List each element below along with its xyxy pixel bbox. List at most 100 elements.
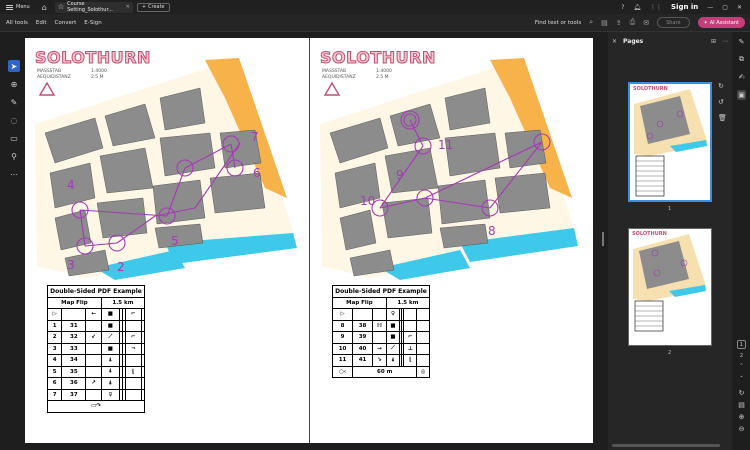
map-title: SOLOTHURN — [35, 48, 151, 68]
table-row: 4 34 ⍋ — [46, 354, 146, 367]
card-title: Double-Sided PDF Example — [47, 285, 145, 298]
control-order: 4 — [46, 354, 63, 367]
lasso-icon[interactable]: ◌ — [8, 114, 20, 126]
zoom-icon[interactable]: ⊕ — [8, 78, 20, 90]
menu-label: Menu — [16, 4, 30, 10]
page-thumbnail-1[interactable]: SOLOTHURN — [628, 82, 712, 202]
menu-edit[interactable]: Edit — [36, 20, 47, 26]
control-order: 9 — [331, 331, 354, 344]
menu-convert[interactable]: Convert — [55, 20, 77, 26]
control-order: 7 — [46, 388, 63, 401]
insert-page-icon[interactable]: ⊞ — [711, 38, 716, 45]
sparkle-icon: ✦ — [703, 19, 708, 26]
table-row: 7 37 ♀ — [46, 388, 146, 401]
ai-assistant-button[interactable]: ✦ AI Assistant — [697, 17, 745, 28]
scale-labels: MASSSTAB AEQUIDISTANZ — [322, 69, 356, 80]
maximize-icon[interactable]: ▢ — [722, 4, 728, 11]
control-order: 11 — [331, 354, 354, 367]
save-icon[interactable]: ▤ — [601, 19, 608, 27]
menu-e-sign[interactable]: E-Sign — [84, 20, 101, 26]
control-code: 33 — [61, 342, 87, 355]
control-description-card: Double-Sided PDF Example Map Flip 1.5 km… — [46, 285, 146, 413]
thumbnail-page-number-2: 2 — [668, 350, 672, 356]
close-tab-icon[interactable]: ✕ — [126, 4, 130, 10]
card-length: 1.5 km — [100, 296, 146, 309]
rotate-counterclockwise-icon[interactable]: ↺ — [718, 98, 727, 106]
delete-page-icon[interactable]: 🗑︎ — [718, 114, 727, 122]
scale-value: 1:4000 — [376, 69, 392, 74]
print-icon[interactable]: ⎙ — [630, 18, 636, 27]
help-icon[interactable]: ? — [621, 4, 624, 11]
close-window-icon[interactable]: ✕ — [737, 4, 742, 11]
card-length: 1.5 km — [385, 296, 431, 309]
document-view[interactable]: SOLOTHURN MASSSTAB AEQUIDISTANZ 1:4000 2… — [25, 38, 593, 443]
star-icon[interactable]: ☆ — [58, 3, 64, 11]
panel-resize-handle[interactable] — [602, 232, 604, 246]
top-menu: All tools Edit Convert E-Sign — [6, 20, 102, 26]
card-title: Double-Sided PDF Example — [332, 285, 430, 298]
menu-button[interactable]: Menu — [6, 4, 30, 10]
menu-all-tools[interactable]: All tools — [6, 20, 28, 26]
zoom-in-icon[interactable]: ⊕ — [739, 413, 745, 421]
pen-icon[interactable]: ✎ — [8, 96, 20, 108]
control-code: 35 — [61, 365, 87, 378]
ai-assistant-label: AI Assistant — [709, 19, 739, 26]
edit-pdf-icon[interactable]: ⧉ — [739, 55, 744, 64]
control-code: 37 — [61, 388, 87, 401]
minimize-icon[interactable]: — — [707, 4, 713, 11]
upload-icon[interactable]: ⇪ — [616, 19, 622, 27]
create-button[interactable]: + Create — [136, 2, 170, 12]
pages-panel-title: Pages — [623, 37, 644, 45]
control-order: 1 — [46, 319, 63, 332]
title-bar: Menu ⌂ ☆ Course Setting_Solothur... ✕ + … — [0, 0, 750, 14]
select-cursor-icon[interactable]: ➤ — [8, 60, 20, 72]
apps-grid-icon[interactable]: ⋮⋮ — [650, 4, 662, 11]
find-text-or-tools[interactable]: Find text or tools — [535, 20, 581, 26]
panel-scrollbar[interactable] — [612, 444, 720, 447]
rotate-clockwise-icon[interactable]: ↻ — [718, 82, 727, 90]
sign-in-button[interactable]: Sign in — [671, 3, 698, 11]
page-up-icon[interactable]: ⌃ — [739, 363, 743, 369]
thumbnail-tools: ↻ ↺ 🗑︎ — [718, 82, 727, 122]
control-number-10: 10 — [360, 194, 376, 208]
zoom-out-icon[interactable]: ⊖ — [739, 425, 745, 433]
table-row: 10 40 → ⟋ ⊥ — [331, 342, 430, 355]
plus-icon: + — [141, 4, 147, 10]
save-file-icon[interactable]: ▤ — [738, 401, 745, 409]
stamp-icon[interactable]: ⚲ — [8, 150, 20, 162]
control-number-2: 2 — [117, 260, 125, 274]
contour-label: AEQUIDISTANZ — [322, 74, 356, 80]
pages-panel-icon[interactable]: ▣ — [737, 90, 746, 100]
more-options-icon[interactable]: ⋯ — [722, 38, 728, 45]
control-number-6: 6 — [253, 166, 261, 180]
comment-icon[interactable]: ✎ — [739, 38, 745, 46]
document-tab[interactable]: ☆ Course Setting_Solothur... ✕ — [54, 1, 133, 13]
page-down-icon[interactable]: ⌄ — [739, 373, 743, 379]
thumbnail-map-2 — [633, 234, 707, 332]
finish-distance: 60 m — [352, 365, 418, 378]
scale-values: 1:4000 2.5 M — [91, 69, 107, 80]
table-row: ▷ ♀ — [331, 308, 430, 321]
contour-value: 2.5 M — [91, 74, 104, 80]
pages-panel: ✕ Pages ⊞ ⋯ SOLOTHURN 1 SOLOTHURN 2 — [608, 32, 732, 450]
fill-sign-icon[interactable]: ✍ — [739, 73, 745, 81]
table-row: 9 39 ■ ⌐ — [331, 331, 430, 344]
scale-value: 1:4000 — [91, 69, 107, 74]
text-box-icon[interactable]: ▭ — [8, 132, 20, 144]
current-page-box[interactable]: 1 — [737, 340, 746, 349]
control-code: 36 — [61, 377, 87, 390]
page-navigation: 1 2 ⌃ ⌄ ↻ ▤ ⊕ ⊖ — [733, 340, 750, 433]
finish-double-circle-icon: ◎ — [416, 365, 430, 378]
home-icon[interactable]: ⌂ — [42, 3, 47, 12]
thumbnail-map-1 — [634, 89, 708, 197]
refresh-icon[interactable]: ↻ — [739, 389, 745, 397]
search-icon[interactable]: ⌕ — [589, 18, 593, 27]
page-thumbnail-2[interactable]: SOLOTHURN — [628, 228, 712, 346]
bell-icon[interactable]: 🔔︎ — [633, 4, 641, 11]
finish-circle-icon: ○‹ — [331, 365, 354, 378]
table-row: 6 36 ↗ ⍋ — [46, 377, 146, 390]
more-tools-icon[interactable]: ⋯ — [8, 168, 20, 180]
share-button[interactable]: Share — [657, 17, 690, 28]
mail-icon[interactable]: ✉ — [643, 19, 649, 27]
close-panel-icon[interactable]: ✕ — [612, 38, 617, 45]
